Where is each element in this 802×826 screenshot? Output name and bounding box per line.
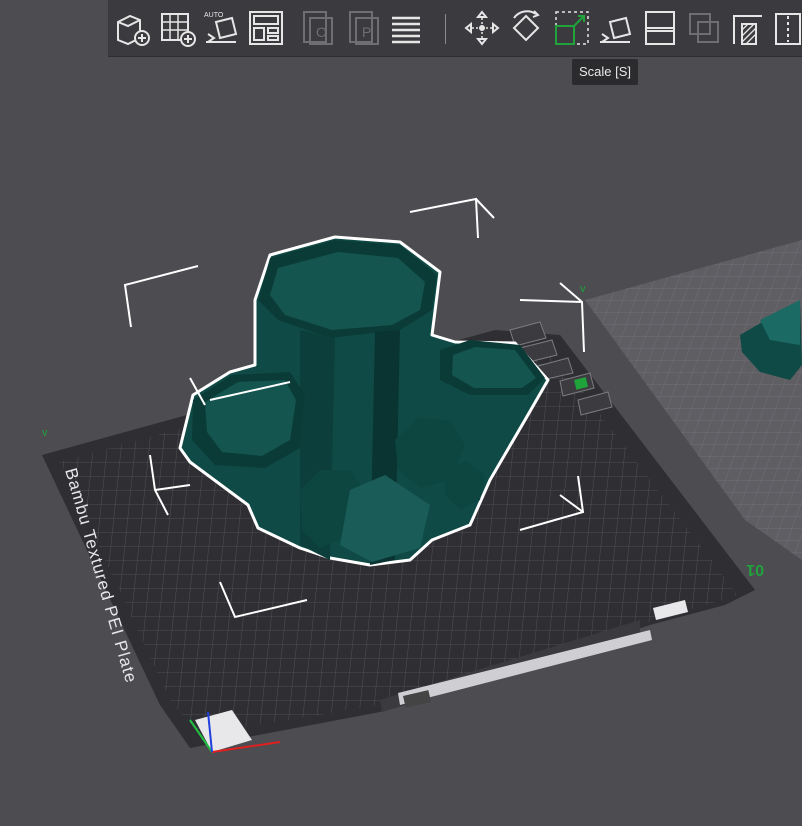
lay-on-face-icon <box>600 16 632 43</box>
svg-text:AUTO: AUTO <box>204 12 224 19</box>
layers-icon <box>392 16 420 44</box>
split-objects-button[interactable]: O <box>298 8 338 48</box>
scale-tooltip: Scale [S] <box>572 59 639 85</box>
auto-orient-icon: AUTO <box>204 12 238 43</box>
arrange-button[interactable] <box>246 8 286 48</box>
support-paint-icon <box>733 15 762 45</box>
rotate-icon <box>512 10 540 42</box>
split-objects-icon: O <box>303 11 333 45</box>
svg-text:P: P <box>362 24 371 40</box>
plate-corner-marker: v <box>42 427 48 439</box>
boolean-button[interactable] <box>684 8 724 48</box>
arrange-icon <box>249 11 283 45</box>
add-object-button[interactable] <box>112 8 152 48</box>
plate-corner-marker-2: v <box>580 283 586 295</box>
toolbar-separator <box>445 14 446 44</box>
plate-number-label: 01 <box>746 561 764 578</box>
move-icon <box>464 10 500 46</box>
support-paint-button[interactable] <box>728 8 768 48</box>
cut-button[interactable] <box>640 8 680 48</box>
3d-viewport[interactable]: Bambu Textured PEI Plate 01 v v <box>0 0 802 821</box>
scale-button[interactable] <box>552 8 592 48</box>
scene-canvas[interactable]: Bambu Textured PEI Plate 01 v v <box>0 0 802 821</box>
auto-orient-button[interactable]: AUTO <box>202 8 242 48</box>
seam-icon <box>775 13 801 45</box>
rotate-button[interactable] <box>506 8 546 48</box>
add-object-icon <box>117 14 150 46</box>
variable-layer-button[interactable] <box>386 8 426 48</box>
scale-icon <box>555 11 589 45</box>
svg-text:O: O <box>316 24 327 40</box>
seam-button[interactable] <box>772 8 802 48</box>
split-parts-icon: P <box>349 11 379 45</box>
main-toolbar: AUTO O P <box>108 0 802 57</box>
add-plate-button[interactable] <box>158 8 198 48</box>
move-button[interactable] <box>462 8 502 48</box>
split-parts-button[interactable]: P <box>344 8 384 48</box>
lay-on-face-button[interactable] <box>596 8 636 48</box>
cut-icon <box>645 11 675 45</box>
add-plate-icon <box>161 13 196 47</box>
boolean-icon <box>689 13 719 43</box>
